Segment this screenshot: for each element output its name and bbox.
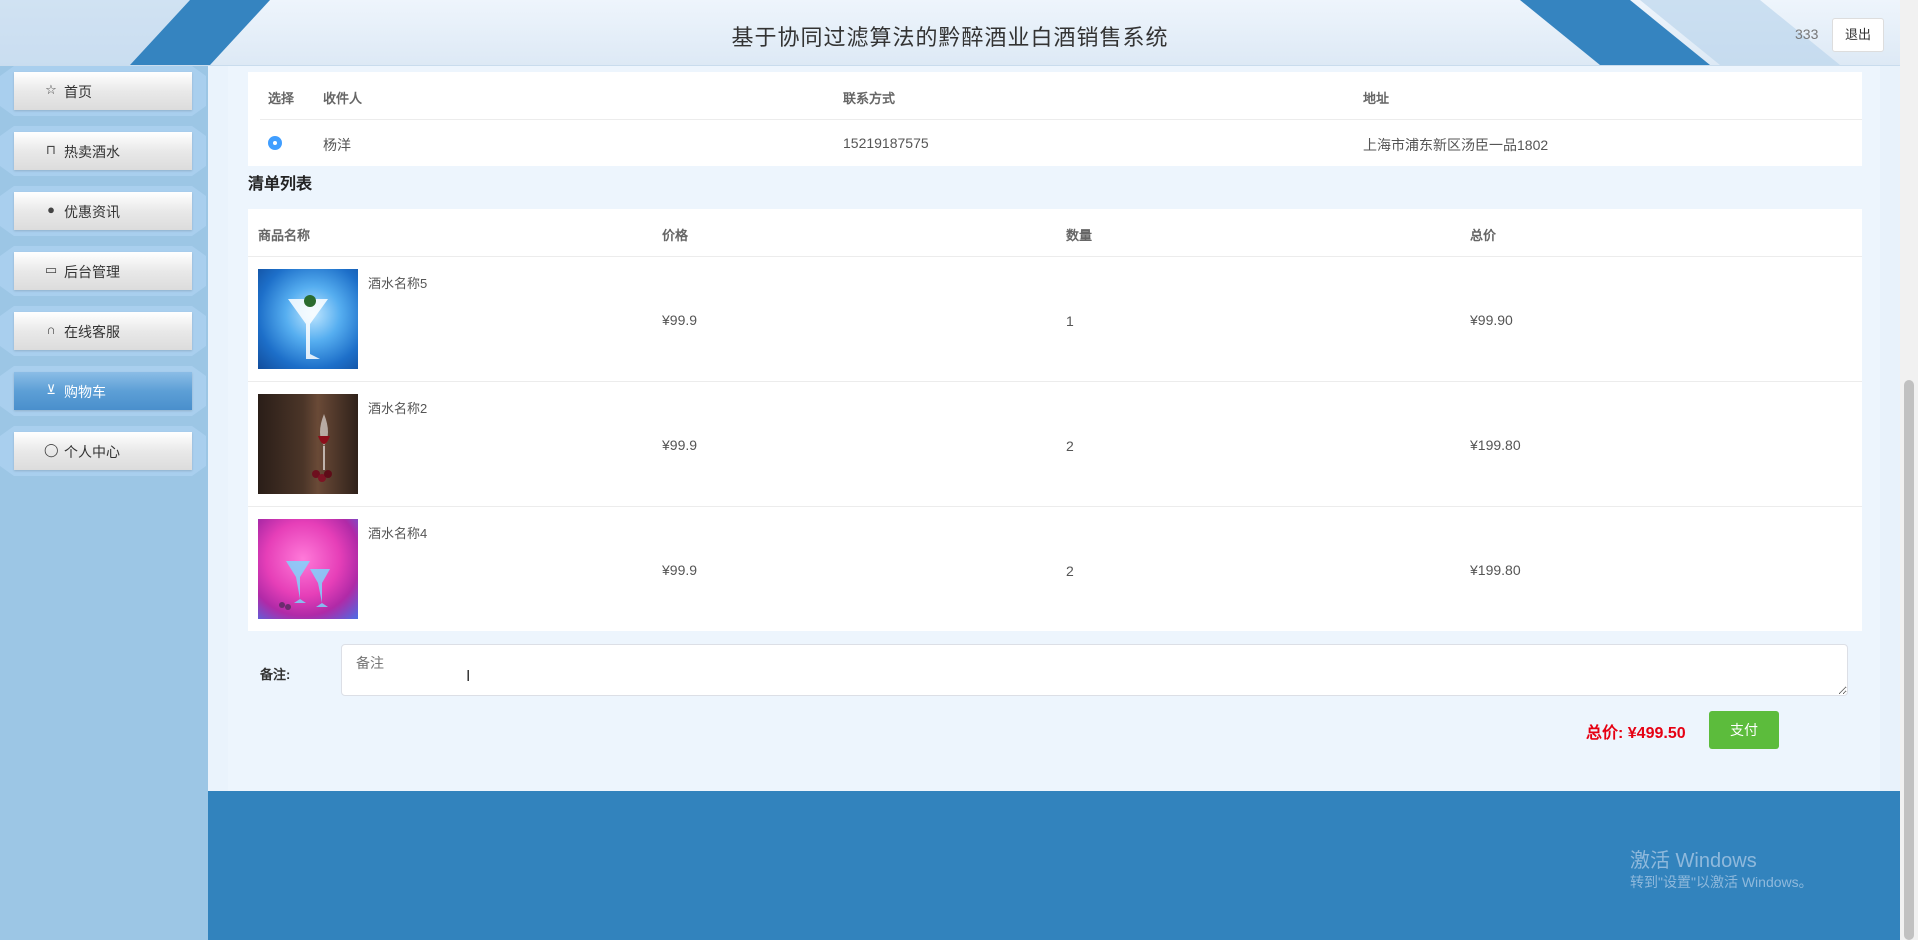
- scrollbar-thumb[interactable]: [1904, 380, 1914, 940]
- cocktail-glass-icon: [288, 295, 328, 359]
- product-name[interactable]: 酒水名称4: [368, 523, 427, 542]
- column-header: 联系方式: [843, 91, 896, 106]
- bag-icon: ⊓: [45, 142, 57, 157]
- address-radio[interactable]: [268, 136, 282, 150]
- product-price: ¥99.9: [662, 312, 698, 328]
- sidebar-item-cart[interactable]: ⊻ 购物车: [0, 366, 206, 416]
- user-icon: ◯: [44, 442, 59, 457]
- text-cursor-icon: Ι: [466, 668, 471, 685]
- product-price: ¥99.9: [662, 562, 698, 578]
- product-total: ¥99.90: [1470, 312, 1513, 328]
- recipient-name: 杨洋: [323, 137, 351, 153]
- product-image[interactable]: [258, 394, 358, 494]
- sidebar-item-label: 首页: [64, 84, 92, 100]
- column-header: 收件人: [323, 91, 363, 106]
- star-icon: ☆: [45, 82, 57, 97]
- product-total: ¥199.80: [1470, 562, 1521, 578]
- product-price: ¥99.9: [662, 437, 698, 453]
- sidebar-item-support[interactable]: ∩ 在线客服: [0, 306, 206, 356]
- sidebar-item-admin[interactable]: ▭ 后台管理: [0, 246, 206, 296]
- logout-button[interactable]: 退出: [1832, 18, 1884, 52]
- calendar-icon: ▭: [44, 262, 58, 277]
- username: 333: [1795, 26, 1819, 42]
- address-table: 选择 收件人 联系方式 地址 杨洋 15219187575 上海市浦东新区汤臣一…: [248, 72, 1862, 166]
- remark-label: 备注:: [260, 667, 291, 682]
- site-title: 基于协同过滤算法的黔醉酒业白酒销售系统: [731, 25, 1169, 50]
- windows-activation-subtitle: 转到"设置"以激活 Windows。: [1630, 874, 1813, 890]
- pay-button[interactable]: 支付: [1709, 711, 1779, 749]
- headset-icon: ∩: [46, 322, 56, 337]
- column-header: 价格: [662, 228, 689, 243]
- order-total: 总价: ¥499.50: [1586, 725, 1686, 742]
- sidebar-item-label: 优惠资讯: [64, 204, 120, 220]
- product-quantity: 2: [1066, 563, 1074, 579]
- sidebar-item-label: 个人中心: [64, 444, 120, 460]
- sidebar-item-label: 购物车: [64, 384, 106, 400]
- sidebar-item-label: 热卖酒水: [64, 144, 120, 160]
- product-name[interactable]: 酒水名称5: [368, 273, 427, 292]
- wine-glass-icon: [312, 414, 332, 482]
- recipient-address: 上海市浦东新区汤臣一品1802: [1363, 137, 1549, 153]
- sidebar-item-label: 后台管理: [64, 264, 120, 280]
- product-quantity: 2: [1066, 438, 1074, 454]
- column-header: 商品名称: [258, 228, 311, 243]
- product-name[interactable]: 酒水名称2: [368, 398, 427, 417]
- product-quantity: 1: [1066, 313, 1074, 329]
- martini-glass-icon: [279, 561, 330, 610]
- product-image[interactable]: [258, 269, 358, 369]
- windows-activation-title: 激活 Windows: [1630, 850, 1757, 872]
- column-header: 数量: [1066, 228, 1093, 243]
- sidebar-item-label: 在线客服: [64, 324, 120, 340]
- cart-icon: ⊻: [46, 382, 56, 397]
- column-header: 总价: [1470, 228, 1497, 243]
- remark-input[interactable]: [341, 644, 1848, 696]
- column-header: 选择: [268, 91, 295, 106]
- sidebar-item-home[interactable]: ☆ 首页: [0, 66, 206, 116]
- order-list-title: 清单列表: [248, 176, 313, 193]
- sidebar-item-profile[interactable]: ◯ 个人中心: [0, 426, 206, 476]
- product-image[interactable]: [258, 519, 358, 619]
- sidebar: ☆ 首页 ⊓ 热卖酒水 ● 优惠资讯 ▭ 后台管理 ∩ 在线客服 ⊻ 购物车 ◯…: [0, 66, 208, 940]
- info-icon: ●: [47, 202, 55, 217]
- sidebar-item-hot-drinks[interactable]: ⊓ 热卖酒水: [0, 126, 206, 176]
- sidebar-item-promotions[interactable]: ● 优惠资讯: [0, 186, 206, 236]
- column-header: 地址: [1363, 91, 1390, 106]
- page-header: 基于协同过滤算法的黔醉酒业白酒销售系统 333 退出: [0, 0, 1900, 66]
- product-total: ¥199.80: [1470, 437, 1521, 453]
- recipient-phone: 15219187575: [843, 135, 929, 151]
- order-table: 商品名称 价格 数量 总价 酒水名称5 ¥99.9 1 ¥99.90 酒水名称2…: [248, 209, 1862, 631]
